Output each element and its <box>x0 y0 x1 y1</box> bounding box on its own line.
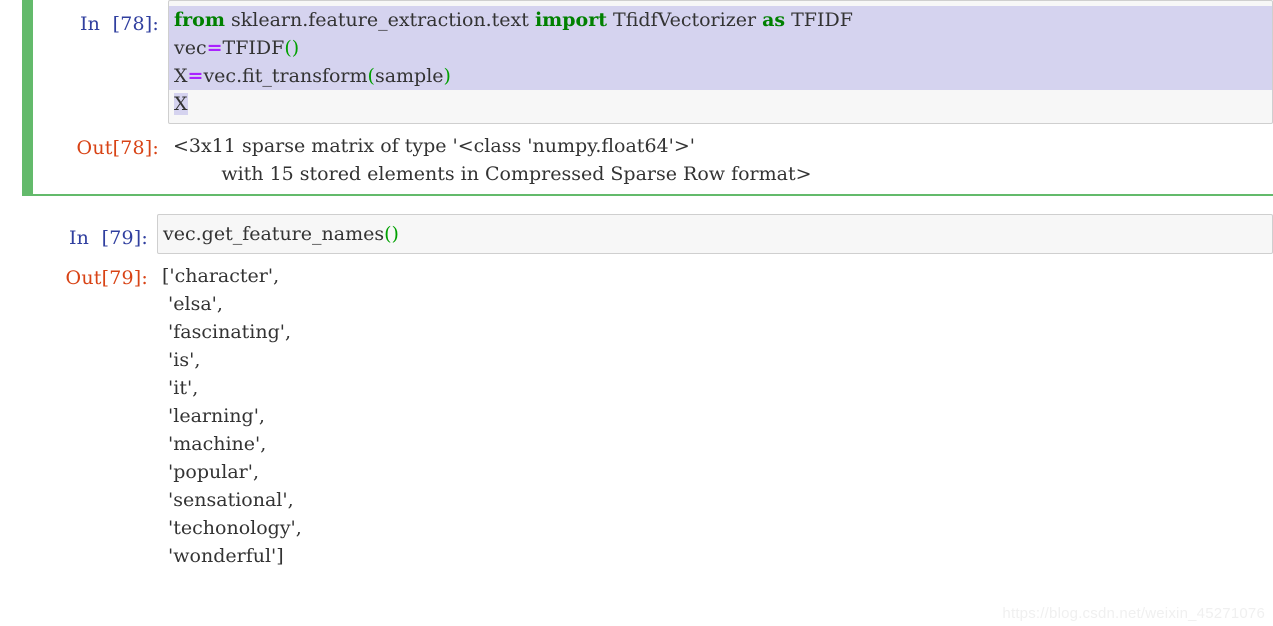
in-prompt-78: In [78]: <box>79 13 159 35</box>
code-token-keyword: from <box>174 9 225 31</box>
code-token-paren: ) <box>443 65 451 87</box>
selection-highlight: X <box>174 93 188 115</box>
code-token-plain: X <box>174 65 188 87</box>
code-token-plain: sklearn.feature_extraction.text <box>224 9 535 31</box>
code-token-plain: X <box>174 93 188 115</box>
notebook-cell-79[interactable]: In [79]: vec.get_feature_names() Out[79]… <box>33 214 1273 576</box>
cell-79-output-row: Out[79]: ['character', 'elsa', 'fascinat… <box>33 254 1273 576</box>
code-editor-79[interactable]: vec.get_feature_names() <box>157 214 1273 254</box>
output-line: 'is', <box>162 349 201 371</box>
cell-78-output-row: Out[78]: <3x11 sparse matrix of type '<c… <box>44 124 1273 194</box>
code-token-plain: sample <box>374 65 444 87</box>
cell-spacer <box>0 196 1273 214</box>
code-token-plain: TfidfVectorizer <box>607 9 763 31</box>
output-line: 'it', <box>162 377 199 399</box>
code-token-plain: vec.get_feature_names <box>163 223 385 245</box>
code-token-paren: ( <box>367 65 375 87</box>
cell-79-input-row: In [79]: vec.get_feature_names() <box>33 214 1273 254</box>
code-token-plain: vec.fit_transform <box>203 65 368 87</box>
output-line: <3x11 sparse matrix of type '<class 'num… <box>173 135 695 157</box>
notebook-cell-78[interactable]: In [78]: from sklearn.feature_extraction… <box>22 0 1273 196</box>
watermark-text: https://blog.csdn.net/weixin_45271076 <box>1002 605 1265 622</box>
output-line: 'popular', <box>162 461 260 483</box>
code-text-79[interactable]: vec.get_feature_names() <box>158 220 1272 248</box>
output-line: 'sensational', <box>162 489 294 511</box>
code-token-plain: TFIDF <box>785 9 853 31</box>
code-token-paren: () <box>284 37 300 59</box>
code-token-keyword: as <box>762 9 786 31</box>
code-token-operator: = <box>206 37 223 59</box>
code-editor-78[interactable]: from sklearn.feature_extraction.text imp… <box>168 0 1273 124</box>
code-line: X=vec.fit_transform(sample) <box>169 62 1272 90</box>
code-token-paren: () <box>384 223 399 245</box>
code-line: vec.get_feature_names() <box>163 220 1272 248</box>
output-line: 'learning', <box>162 405 265 427</box>
in-prompt-79: In [79]: <box>68 227 148 249</box>
out-prompt-78: Out[78]: <box>76 137 159 159</box>
output-text-78: <3x11 sparse matrix of type '<class 'num… <box>168 132 1273 188</box>
out-prompt-79: Out[79]: <box>65 267 148 289</box>
output-text-79: ['character', 'elsa', 'fascinating', 'is… <box>157 262 1273 570</box>
output-line: 'machine', <box>162 433 267 455</box>
code-text-78[interactable]: from sklearn.feature_extraction.text imp… <box>169 6 1272 118</box>
code-token-keyword: import <box>534 9 608 31</box>
output-line: 'fascinating', <box>162 321 292 343</box>
output-line: 'elsa', <box>162 293 223 315</box>
output-line: 'wonderful'] <box>162 545 284 567</box>
code-token-operator: = <box>187 65 204 87</box>
code-token-plain: vec <box>174 37 207 59</box>
code-line: X <box>174 90 1272 118</box>
output-line: with 15 stored elements in Compressed Sp… <box>173 163 812 185</box>
code-token-plain: TFIDF <box>222 37 285 59</box>
output-line: ['character', <box>162 265 280 287</box>
code-line: from sklearn.feature_extraction.text imp… <box>169 6 1272 34</box>
notebook-container: In [78]: from sklearn.feature_extraction… <box>0 0 1273 626</box>
output-line: 'techonology', <box>162 517 302 539</box>
cell-78-input-row: In [78]: from sklearn.feature_extraction… <box>44 0 1273 124</box>
code-line: vec=TFIDF() <box>169 34 1272 62</box>
